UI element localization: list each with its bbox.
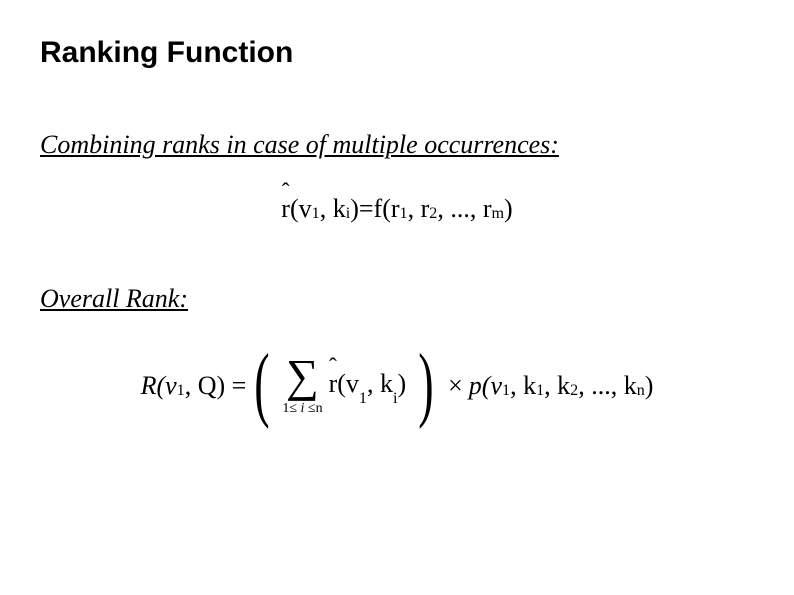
limit-pre: 1≤ bbox=[282, 401, 297, 416]
rhat: ˆ r bbox=[281, 194, 290, 224]
sep2: , ..., r bbox=[437, 194, 491, 224]
sigma-icon: ∑ bbox=[286, 353, 319, 399]
paren-left-icon: ( bbox=[255, 346, 270, 422]
lhs-mid: , k bbox=[320, 194, 346, 224]
pk1-sub: 1 bbox=[536, 382, 544, 400]
pkn-sub: n bbox=[637, 382, 645, 400]
p-k1: , k bbox=[510, 371, 536, 401]
p-pre: p(v bbox=[469, 371, 502, 401]
v1-sub: 1 bbox=[312, 205, 320, 223]
page-title: Ranking Function bbox=[40, 36, 754, 70]
lhs-R: R(v bbox=[141, 371, 177, 401]
r2-sub: 2 bbox=[429, 205, 437, 223]
sum-body: ∑ 1≤ i ≤n ˆ r (v1, ki) bbox=[276, 348, 412, 424]
body-mid: , k bbox=[367, 369, 393, 398]
ki-sub: i bbox=[346, 205, 350, 223]
p-k2: , k bbox=[544, 371, 570, 401]
lhs-open: (v bbox=[290, 194, 312, 224]
rhs-close: ) bbox=[504, 194, 513, 224]
pk2-sub: 2 bbox=[570, 382, 578, 400]
lhs-close: ) bbox=[350, 194, 359, 224]
summand: ˆ r (v1, ki) bbox=[329, 369, 407, 403]
r1-sub: 1 bbox=[400, 205, 408, 223]
times-icon: × bbox=[448, 371, 463, 401]
p-dots: , ..., k bbox=[578, 371, 637, 401]
paren-right-icon: ) bbox=[418, 346, 433, 422]
hat-mark: ˆ bbox=[282, 181, 290, 204]
rhat2: ˆ r bbox=[329, 369, 338, 399]
pv-sub: 1 bbox=[502, 382, 510, 400]
hat-mark2: ˆ bbox=[329, 356, 337, 379]
eq: = bbox=[359, 194, 374, 224]
lv-sub: 1 bbox=[177, 382, 185, 400]
formula-combining: ˆ r (v1, ki) = f(r1, r2, ..., rm) bbox=[40, 194, 754, 224]
limit-var: i bbox=[297, 401, 308, 416]
body-open: (v bbox=[337, 369, 359, 398]
p-close: ) bbox=[645, 371, 654, 401]
rm-sub: m bbox=[491, 205, 504, 223]
big-paren-group: ( ∑ 1≤ i ≤n ˆ r (v1, ki) bbox=[248, 348, 440, 424]
formula-overall-math: R(v1, Q) = ( ∑ 1≤ i ≤n ˆ r (v1, ki) bbox=[141, 348, 654, 424]
sum-limit: 1≤ i ≤n bbox=[282, 401, 322, 418]
limit-post: ≤n bbox=[308, 401, 323, 416]
section-combining-label: Combining ranks in case of multiple occu… bbox=[40, 130, 754, 160]
summation: ∑ 1≤ i ≤n bbox=[282, 353, 322, 418]
bv-sub: 1 bbox=[359, 390, 367, 407]
document-page: Ranking Function Combining ranks in case… bbox=[0, 0, 794, 595]
lhs-mid2: , Q) = bbox=[185, 371, 247, 401]
formula-combining-math: ˆ r (v1, ki) = f(r1, r2, ..., rm) bbox=[281, 194, 512, 224]
formula-overall: R(v1, Q) = ( ∑ 1≤ i ≤n ˆ r (v1, ki) bbox=[40, 348, 754, 424]
rhs-f: f(r bbox=[374, 194, 400, 224]
bk-sub: i bbox=[393, 390, 397, 407]
section-overall-label: Overall Rank: bbox=[40, 284, 754, 314]
sep1: , r bbox=[408, 194, 430, 224]
body-close: ) bbox=[397, 369, 406, 398]
